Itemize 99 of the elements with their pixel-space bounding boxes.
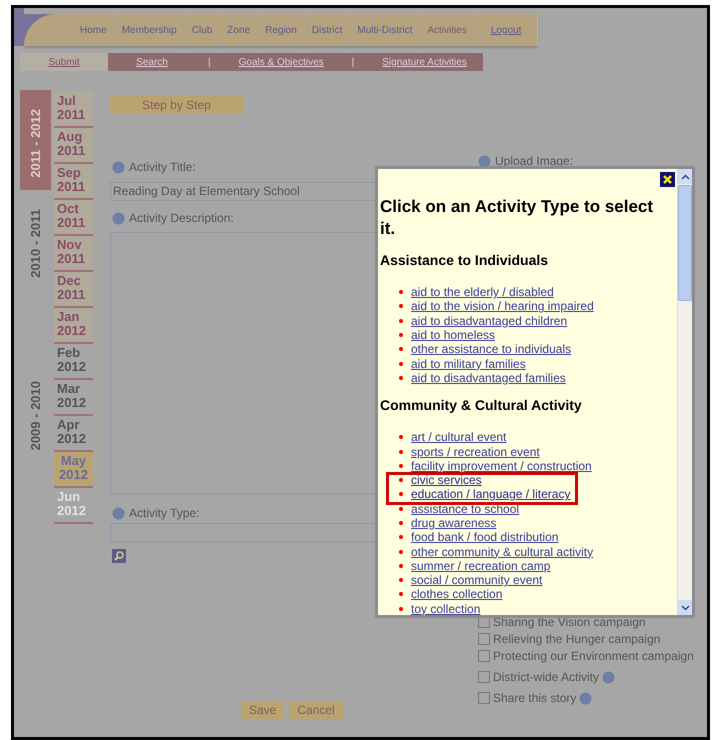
month-tab[interactable]: Oct 2011 [54, 200, 93, 236]
activity-type-link[interactable]: aid to homeless [411, 328, 496, 342]
bullet-icon [399, 564, 403, 568]
year-tab[interactable]: 2010 - 2011 [20, 190, 51, 290]
logout-link[interactable]: Logout [474, 14, 538, 46]
bullet-icon [399, 492, 403, 496]
activity-type-link[interactable]: toy collection [411, 602, 480, 615]
chevron-down-icon[interactable] [680, 604, 690, 610]
month-tab[interactable]: Mar 2012 [54, 380, 93, 416]
help-icon[interactable] [112, 506, 125, 520]
nav-tab[interactable]: District [304, 14, 350, 46]
month-tab[interactable]: Jun 2012 [54, 488, 93, 524]
bullet-icon [399, 347, 403, 352]
activity-type-link[interactable]: food bank / food distribution [411, 530, 558, 544]
field-label: Activity Title: [129, 159, 196, 176]
cancel-button[interactable]: Cancel [289, 701, 343, 719]
year-tab[interactable]: 2011 - 2012 [20, 90, 51, 190]
bullet-icon [399, 318, 403, 323]
pipe-character: | [340, 53, 366, 71]
scrollbar[interactable] [677, 169, 692, 615]
bullet-icon [399, 521, 403, 525]
search-icon[interactable] [112, 549, 126, 563]
subnav-link[interactable]: Goals & Objectives [222, 53, 340, 71]
checkbox-label: Relieving the Hunger campaign [493, 632, 660, 646]
nav-tab[interactable]: Activities [420, 14, 475, 46]
save-button[interactable]: Save [241, 701, 284, 719]
month-tab[interactable]: Feb 2012 [54, 344, 93, 380]
activity-type-link[interactable]: clothes collection [411, 587, 502, 602]
help-icon[interactable] [112, 160, 125, 174]
checkbox-label: Sharing the Vision campaign [493, 615, 646, 629]
checkbox[interactable] [478, 692, 490, 704]
help-icon[interactable] [579, 692, 592, 704]
month-tab[interactable]: Jul 2011 [54, 92, 93, 128]
bullet-icon [399, 362, 403, 366]
activity-type-link[interactable]: civic services [411, 473, 482, 488]
bullet-icon [399, 464, 403, 468]
month-tab[interactable]: May 2012 [54, 452, 93, 488]
activity-type-link[interactable]: aid to disadvantaged families [411, 370, 566, 385]
bullet-icon [399, 606, 403, 611]
activity-type-link[interactable]: assistance to school [411, 502, 520, 516]
activity-type-link[interactable]: facility improvement / construction [411, 458, 592, 473]
checkbox-label: Protecting our Environment campaign [493, 649, 694, 663]
field-label: Activity Type: [129, 505, 200, 522]
nav-tab[interactable]: Home [24, 14, 115, 46]
activity-type-link[interactable]: other assistance to individuals [411, 342, 572, 356]
help-icon[interactable] [112, 212, 125, 224]
bullet-icon [399, 578, 403, 582]
activity-type-link[interactable]: aid to disadvantaged children [411, 314, 568, 328]
subnav-link[interactable]: Submit [20, 53, 108, 71]
activity-type-link[interactable]: sports / recreation event [411, 444, 540, 459]
bullet-icon [399, 450, 403, 454]
section-heading: Assistance to Individuals [380, 251, 550, 270]
activity-type-link[interactable]: aid to military families [411, 356, 526, 371]
subnav-link[interactable]: Signature Activities [366, 53, 483, 71]
bullet-icon [399, 290, 403, 294]
section-heading: Community & Cultural Activity [380, 396, 583, 416]
bullet-icon [399, 333, 403, 338]
month-tab[interactable]: Sep 2011 [54, 164, 93, 200]
help-icon[interactable] [478, 154, 491, 168]
activity-type-link[interactable]: education / language / literacy [411, 487, 570, 502]
nav-tab[interactable]: Region [258, 14, 305, 46]
chevron-up-icon[interactable] [680, 174, 690, 180]
checkbox[interactable] [478, 650, 490, 662]
scrollbar-thumb[interactable] [678, 185, 692, 301]
nav-tab[interactable]: Club [184, 14, 220, 46]
nav-tab[interactable]: Multi-District [350, 14, 420, 46]
bullet-icon [399, 535, 403, 540]
activity-type-link[interactable]: art / cultural event [411, 430, 506, 444]
bullet-icon [399, 304, 403, 308]
bullet-icon [399, 550, 403, 554]
activity-type-link[interactable]: drug awareness [411, 516, 496, 530]
bullet-icon [399, 435, 403, 440]
bullet-icon [399, 506, 403, 511]
bullet-icon [399, 592, 403, 596]
month-tab[interactable]: Dec 2011 [54, 272, 93, 308]
checkbox[interactable] [478, 671, 490, 683]
nav-tab[interactable]: Zone [220, 14, 258, 46]
month-tab[interactable]: Nov 2011 [54, 236, 93, 272]
activity-type-link[interactable]: social / community event [411, 573, 542, 588]
close-icon[interactable] [660, 172, 675, 187]
bullet-icon [399, 478, 403, 482]
subnav-link[interactable]: Search [108, 53, 196, 71]
help-icon[interactable] [602, 670, 616, 684]
step-by-step-button[interactable]: Step by Step [110, 96, 243, 114]
checkbox-label: Share this story [493, 691, 576, 705]
year-tab[interactable]: 2009 - 2010 [20, 290, 51, 450]
field-label: Upload Image: [495, 153, 574, 170]
month-tab[interactable]: Jan 2012 [54, 308, 93, 344]
bullet-icon [399, 376, 403, 380]
month-tab[interactable]: Aug 2011 [54, 128, 93, 164]
activity-type-link[interactable]: other community & cultural activity [411, 544, 594, 559]
activity-type-link[interactable]: aid to the elderly / disabled [411, 285, 554, 300]
field-label: Activity Description: [129, 210, 234, 227]
activity-type-link[interactable]: aid to the vision / hearing impaired [411, 299, 594, 314]
activity-type-link[interactable]: summer / recreation camp [411, 558, 550, 573]
checkbox-label: District-wide Activity [493, 670, 600, 684]
pipe-character: | [196, 53, 223, 71]
nav-tab[interactable]: Membership [114, 14, 185, 46]
checkbox[interactable] [478, 633, 490, 645]
